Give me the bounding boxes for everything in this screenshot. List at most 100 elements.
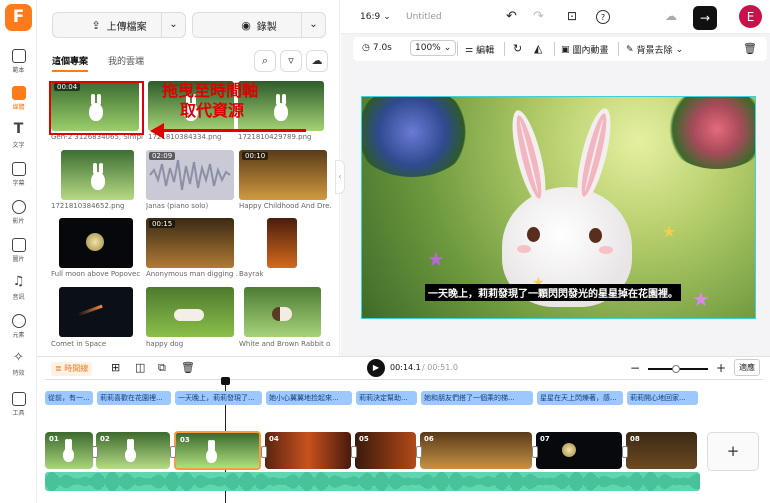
chevron-down-icon: ⌄: [675, 44, 684, 55]
timeline-clip[interactable]: 02: [96, 432, 170, 469]
duplicate-icon[interactable]: ⧉: [158, 361, 166, 375]
filter-icon[interactable]: ▿: [280, 50, 302, 72]
zoom-select[interactable]: 100% ⌄: [410, 40, 457, 56]
media-caption: Comet in Space: [51, 340, 107, 348]
timeline-clip[interactable]: 04: [265, 432, 351, 469]
add-track-icon[interactable]: ⊞: [111, 361, 120, 374]
tab-this-project[interactable]: 這個專案: [52, 54, 89, 72]
rail-item-text[interactable]: T 文字: [0, 122, 37, 149]
image-icon: [11, 238, 26, 252]
audio-track[interactable]: [45, 472, 700, 491]
rail-item-effects[interactable]: ✧ 特效: [0, 351, 37, 377]
search-icon[interactable]: ⌕: [254, 50, 276, 72]
redo-icon[interactable]: ↷: [533, 9, 544, 24]
media-caption: 1721810429789.png: [238, 133, 312, 141]
timeline-clip[interactable]: 05: [355, 432, 416, 469]
zoom-slider[interactable]: [648, 365, 708, 373]
fit-button[interactable]: 適應: [734, 359, 760, 376]
clip-transition-handle[interactable]: [92, 446, 98, 458]
zoom-out-icon[interactable]: −: [630, 361, 640, 375]
media-item[interactable]: [267, 218, 297, 268]
cloud-icon[interactable]: ☁: [306, 50, 328, 72]
timeline-clip-selected[interactable]: 03: [174, 431, 261, 470]
current-time: 00:14.1: [390, 363, 421, 372]
subtitle-chip[interactable]: 莉莉決定幫助...: [356, 391, 417, 405]
elements-icon: [11, 314, 26, 328]
preview-canvas[interactable]: ★ ★ ★ ★ 一天晚上，莉莉發現了一顆閃閃發光的星星掉在花園裡。: [361, 96, 756, 319]
help-icon[interactable]: ?: [596, 10, 610, 24]
trash-icon[interactable]: 🗑: [743, 42, 757, 55]
play-button[interactable]: ▶: [367, 359, 385, 377]
media-item[interactable]: [59, 287, 133, 337]
split-icon[interactable]: ◫: [135, 361, 145, 374]
media-item[interactable]: [59, 218, 133, 268]
rail-item-video[interactable]: 影片: [0, 200, 37, 225]
animation-button[interactable]: ▣ 圖內動畫: [561, 43, 609, 57]
remove-background-button[interactable]: ✎ 背景去除 ⌄: [626, 43, 684, 57]
subtitle-chip[interactable]: 星星在天上閃爍著，感...: [537, 391, 623, 405]
subtitle-chip[interactable]: 從前，有一...: [45, 391, 93, 405]
media-item[interactable]: [146, 287, 234, 337]
add-clip-button[interactable]: +: [707, 432, 759, 471]
upload-icon: ⇪: [91, 18, 101, 32]
subtitle-chip[interactable]: 她和朋友們搭了一個乘的梯...: [421, 391, 533, 405]
record-button[interactable]: ◉ 錄製 ⌄: [192, 12, 326, 38]
canvas-subtitle[interactable]: 一天晚上，莉莉發現了一顆閃閃發光的星星掉在花園裡。: [425, 284, 681, 301]
app-logo[interactable]: F: [5, 4, 32, 31]
rail-item-images[interactable]: 圖片: [0, 238, 37, 263]
duration-control[interactable]: ◷ 7.0s: [362, 43, 392, 53]
rail-item-templates[interactable]: 範本: [0, 49, 37, 74]
animation-icon: ▣: [561, 44, 570, 55]
tab-my-cloud[interactable]: 我的雲端: [108, 54, 144, 67]
timeline-clip[interactable]: 07: [536, 432, 622, 469]
timeline-clip[interactable]: 08: [626, 432, 697, 469]
rail-item-elements[interactable]: 元素: [0, 314, 37, 339]
chevron-down-icon[interactable]: ⌄: [161, 13, 185, 37]
rail-item-subtitles[interactable]: 字幕: [0, 162, 37, 187]
clip-transition-handle[interactable]: [622, 446, 628, 458]
aspect-ratio-select[interactable]: 16:9 ⌄: [360, 12, 391, 22]
eraser-icon: ✎: [626, 44, 634, 55]
rail-item-tools[interactable]: 工具: [0, 392, 37, 417]
timeline-clip[interactable]: 01: [45, 432, 93, 469]
edit-button[interactable]: ⚌ 編輯: [465, 43, 494, 57]
clip-transition-handle[interactable]: [261, 446, 267, 458]
media-item[interactable]: [244, 287, 321, 337]
element-toolbar: ◷ 7.0s 100% ⌄ ⚌ 編輯 ↻ ◭ ▣ 圖內動畫 ✎ 背景去除 ⌄ 🗑: [353, 37, 767, 61]
media-item[interactable]: 00:15: [146, 218, 234, 268]
export-button[interactable]: →: [693, 6, 717, 30]
subtitle-chip[interactable]: 莉莉喜歡在花園裡...: [97, 391, 171, 405]
avatar[interactable]: E: [739, 5, 762, 28]
playhead-handle[interactable]: [221, 377, 230, 385]
subtitle-chip[interactable]: 一天晚上，莉莉發現了...: [175, 391, 262, 405]
rail-item-audio[interactable]: ♫ 音訊: [0, 275, 37, 301]
chevron-down-icon[interactable]: ⌄: [301, 13, 325, 37]
rabbit-figure: [91, 163, 105, 190]
clip-transition-handle[interactable]: [532, 446, 538, 458]
upload-files-button[interactable]: ⇪ 上傳檔案 ⌄: [52, 12, 186, 38]
clip-transition-handle[interactable]: [170, 446, 176, 458]
media-item[interactable]: 02:09: [146, 150, 234, 200]
cloud-sync-icon[interactable]: ☁: [665, 9, 677, 23]
flip-icon[interactable]: ◭: [534, 42, 542, 55]
screen-capture-icon[interactable]: ⊡: [567, 9, 577, 23]
collapse-panel-handle[interactable]: ‹: [335, 160, 345, 194]
divider: [504, 42, 505, 56]
record-icon: ◉: [241, 18, 251, 32]
zoom-slider-thumb[interactable]: [672, 365, 680, 373]
clip-transition-handle[interactable]: [416, 446, 422, 458]
subtitle-chip[interactable]: 她小心翼翼地捡起來...: [266, 391, 352, 405]
media-item[interactable]: 00:10: [239, 150, 327, 200]
rabbit-cheek-right: [599, 246, 613, 254]
rail-item-media[interactable]: 媒體: [0, 86, 37, 111]
project-title[interactable]: Untitled: [406, 12, 442, 22]
subtitle-chip[interactable]: 莉莉開心地回家...: [627, 391, 698, 405]
zoom-in-icon[interactable]: +: [716, 361, 726, 375]
clip-transition-handle[interactable]: [351, 446, 357, 458]
media-item[interactable]: [61, 150, 134, 200]
undo-icon[interactable]: ↶: [506, 9, 517, 24]
timeline-mode-button[interactable]: ≣ 時間線: [51, 362, 93, 376]
trash-icon[interactable]: 🗑: [181, 361, 195, 374]
timeline-clip[interactable]: 06: [420, 432, 532, 469]
rotate-icon[interactable]: ↻: [513, 42, 522, 55]
